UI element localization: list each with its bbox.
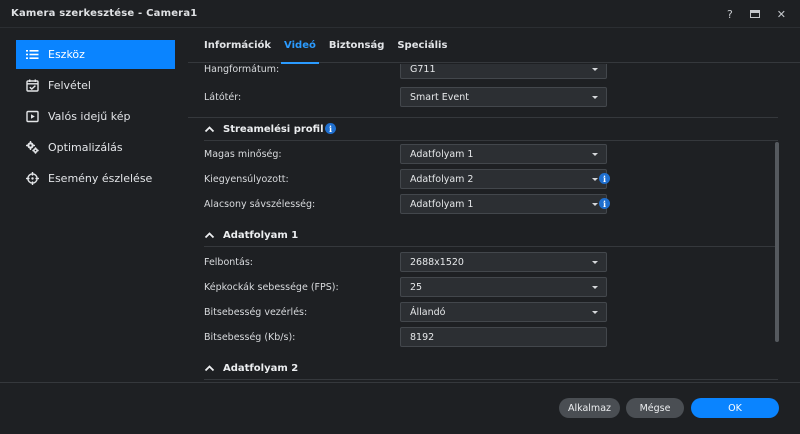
chevron-down-icon	[592, 286, 598, 289]
balanced-row: Kiegyensúlyozott: Adatfolyam 2 i	[204, 169, 614, 189]
apply-button[interactable]: Alkalmaz	[559, 398, 620, 418]
sidebar-item-optimization[interactable]: Optimalizálás	[16, 133, 175, 162]
resolution-value: 2688x1520	[410, 256, 464, 268]
tab-security[interactable]: Biztonság	[329, 29, 391, 63]
balanced-label: Kiegyensúlyozott:	[204, 173, 289, 185]
dialog-footer: Alkalmaz Mégse OK	[0, 382, 800, 434]
audio-format-label: Hangformátum:	[204, 64, 280, 75]
tab-bar: Információk Videó Biztonság Speciális	[188, 29, 800, 64]
maximize-icon[interactable]	[749, 10, 760, 18]
bitrate-value: 8192	[410, 331, 435, 343]
bitrate-control-row: Bitsebesség vezérlés: Állandó	[204, 302, 614, 322]
bitrate-control-select[interactable]: Állandó	[400, 302, 607, 322]
info-icon[interactable]: i	[599, 198, 610, 209]
resolution-row: Felbontás: 2688x1520	[204, 252, 614, 272]
fps-value: 25	[410, 281, 423, 293]
sidebar-item-label: Optimalizálás	[48, 141, 123, 154]
fov-value: Smart Event	[410, 91, 469, 103]
sidebar-item-label: Felvétel	[48, 79, 91, 92]
chevron-down-icon	[592, 311, 598, 314]
fps-label: Képkockák sebessége (FPS):	[204, 281, 339, 293]
audio-format-select[interactable]: G711	[400, 64, 607, 79]
bitrate-control-value: Állandó	[410, 306, 446, 318]
title-bar: Kamera szerkesztése - Camera1 ? ✕	[0, 0, 800, 28]
sidebar-item-label: Esemény észlelése	[48, 172, 153, 185]
stream-profile-section-header: Streamelési profil i	[204, 118, 776, 140]
low-bandwidth-value: Adatfolyam 1	[410, 198, 474, 210]
high-quality-select[interactable]: Adatfolyam 1	[400, 144, 607, 164]
high-quality-value: Adatfolyam 1	[410, 148, 474, 160]
fov-row: Látótér: Smart Event	[204, 87, 614, 107]
stream2-title: Adatfolyam 2	[223, 362, 299, 374]
high-quality-label: Magas minőség:	[204, 148, 282, 160]
stream-profile-title: Streamelési profil	[223, 123, 324, 135]
sidebar-item-label: Valós idejű kép	[48, 110, 131, 123]
window-controls: ? ✕	[727, 0, 786, 28]
low-bandwidth-label: Alacsony sávszélesség:	[204, 198, 316, 210]
tab-information[interactable]: Információk	[204, 29, 277, 63]
vertical-scrollbar[interactable]	[775, 142, 779, 342]
bitrate-control-label: Bitsebesség vezérlés:	[204, 306, 308, 318]
chevron-down-icon	[592, 153, 598, 156]
chevron-down-icon	[592, 261, 598, 264]
stream1-title: Adatfolyam 1	[223, 229, 299, 241]
close-icon[interactable]: ✕	[777, 9, 786, 20]
section-divider	[204, 379, 778, 380]
main-panel: Információk Videó Biztonság Speciális Ha…	[188, 29, 800, 382]
resolution-select[interactable]: 2688x1520	[400, 252, 607, 272]
chevron-up-icon[interactable]	[204, 230, 215, 241]
sidebar-item-label: Eszköz	[48, 48, 85, 61]
crosshair-icon	[26, 172, 39, 185]
chevron-down-icon	[592, 96, 598, 99]
bitrate-input[interactable]: 8192	[400, 327, 607, 347]
low-bandwidth-row: Alacsony sávszélesség: Adatfolyam 1 i	[204, 194, 614, 214]
calendar-check-icon	[26, 79, 39, 92]
fov-label: Látótér:	[204, 91, 242, 103]
list-icon	[26, 48, 39, 61]
info-icon[interactable]: i	[599, 173, 610, 184]
audio-format-row: Hangformátum: G711	[204, 64, 614, 79]
chevron-up-icon[interactable]	[204, 363, 215, 374]
settings-content: Hangformátum: G711 Látótér: Smart Event	[188, 64, 800, 382]
window-title: Kamera szerkesztése - Camera1	[11, 8, 198, 19]
fps-select[interactable]: 25	[400, 277, 607, 297]
tab-advanced[interactable]: Speciális	[397, 29, 453, 63]
low-bandwidth-select[interactable]: Adatfolyam 1	[400, 194, 607, 214]
fps-row: Képkockák sebessége (FPS): 25	[204, 277, 614, 297]
bitrate-label: Bitsebesség (Kb/s):	[204, 331, 296, 343]
bitrate-row: Bitsebesség (Kb/s): 8192	[204, 327, 614, 347]
chevron-down-icon	[592, 178, 598, 181]
cancel-button[interactable]: Mégse	[626, 398, 684, 418]
chevron-down-icon	[592, 68, 598, 71]
help-icon[interactable]: ?	[727, 9, 733, 20]
balanced-select[interactable]: Adatfolyam 2	[400, 169, 607, 189]
resolution-label: Felbontás:	[204, 256, 253, 268]
edit-camera-window: Kamera szerkesztése - Camera1 ? ✕ Eszköz…	[0, 0, 800, 434]
fov-select[interactable]: Smart Event	[400, 87, 607, 107]
gears-icon	[26, 141, 39, 154]
section-divider	[204, 246, 778, 247]
ok-button[interactable]: OK	[691, 398, 779, 418]
info-icon[interactable]: i	[325, 123, 336, 134]
chevron-up-icon[interactable]	[204, 124, 215, 135]
tab-video[interactable]: Videó	[281, 29, 322, 64]
stream2-section-header: Adatfolyam 2	[204, 357, 776, 379]
play-box-icon	[26, 110, 39, 123]
sidebar: Eszköz Felvétel Valós idejű kép Optimali…	[0, 29, 188, 382]
section-divider	[204, 140, 778, 141]
balanced-value: Adatfolyam 2	[410, 173, 474, 185]
stream1-section-header: Adatfolyam 1	[204, 224, 776, 246]
chevron-down-icon	[592, 203, 598, 206]
sidebar-item-recording[interactable]: Felvétel	[16, 71, 175, 100]
sidebar-item-event-detection[interactable]: Esemény észlelése	[16, 164, 175, 193]
sidebar-item-device[interactable]: Eszköz	[16, 40, 175, 69]
high-quality-row: Magas minőség: Adatfolyam 1	[204, 144, 614, 164]
sidebar-item-live-view[interactable]: Valós idejű kép	[16, 102, 175, 131]
audio-format-value: G711	[410, 64, 436, 75]
